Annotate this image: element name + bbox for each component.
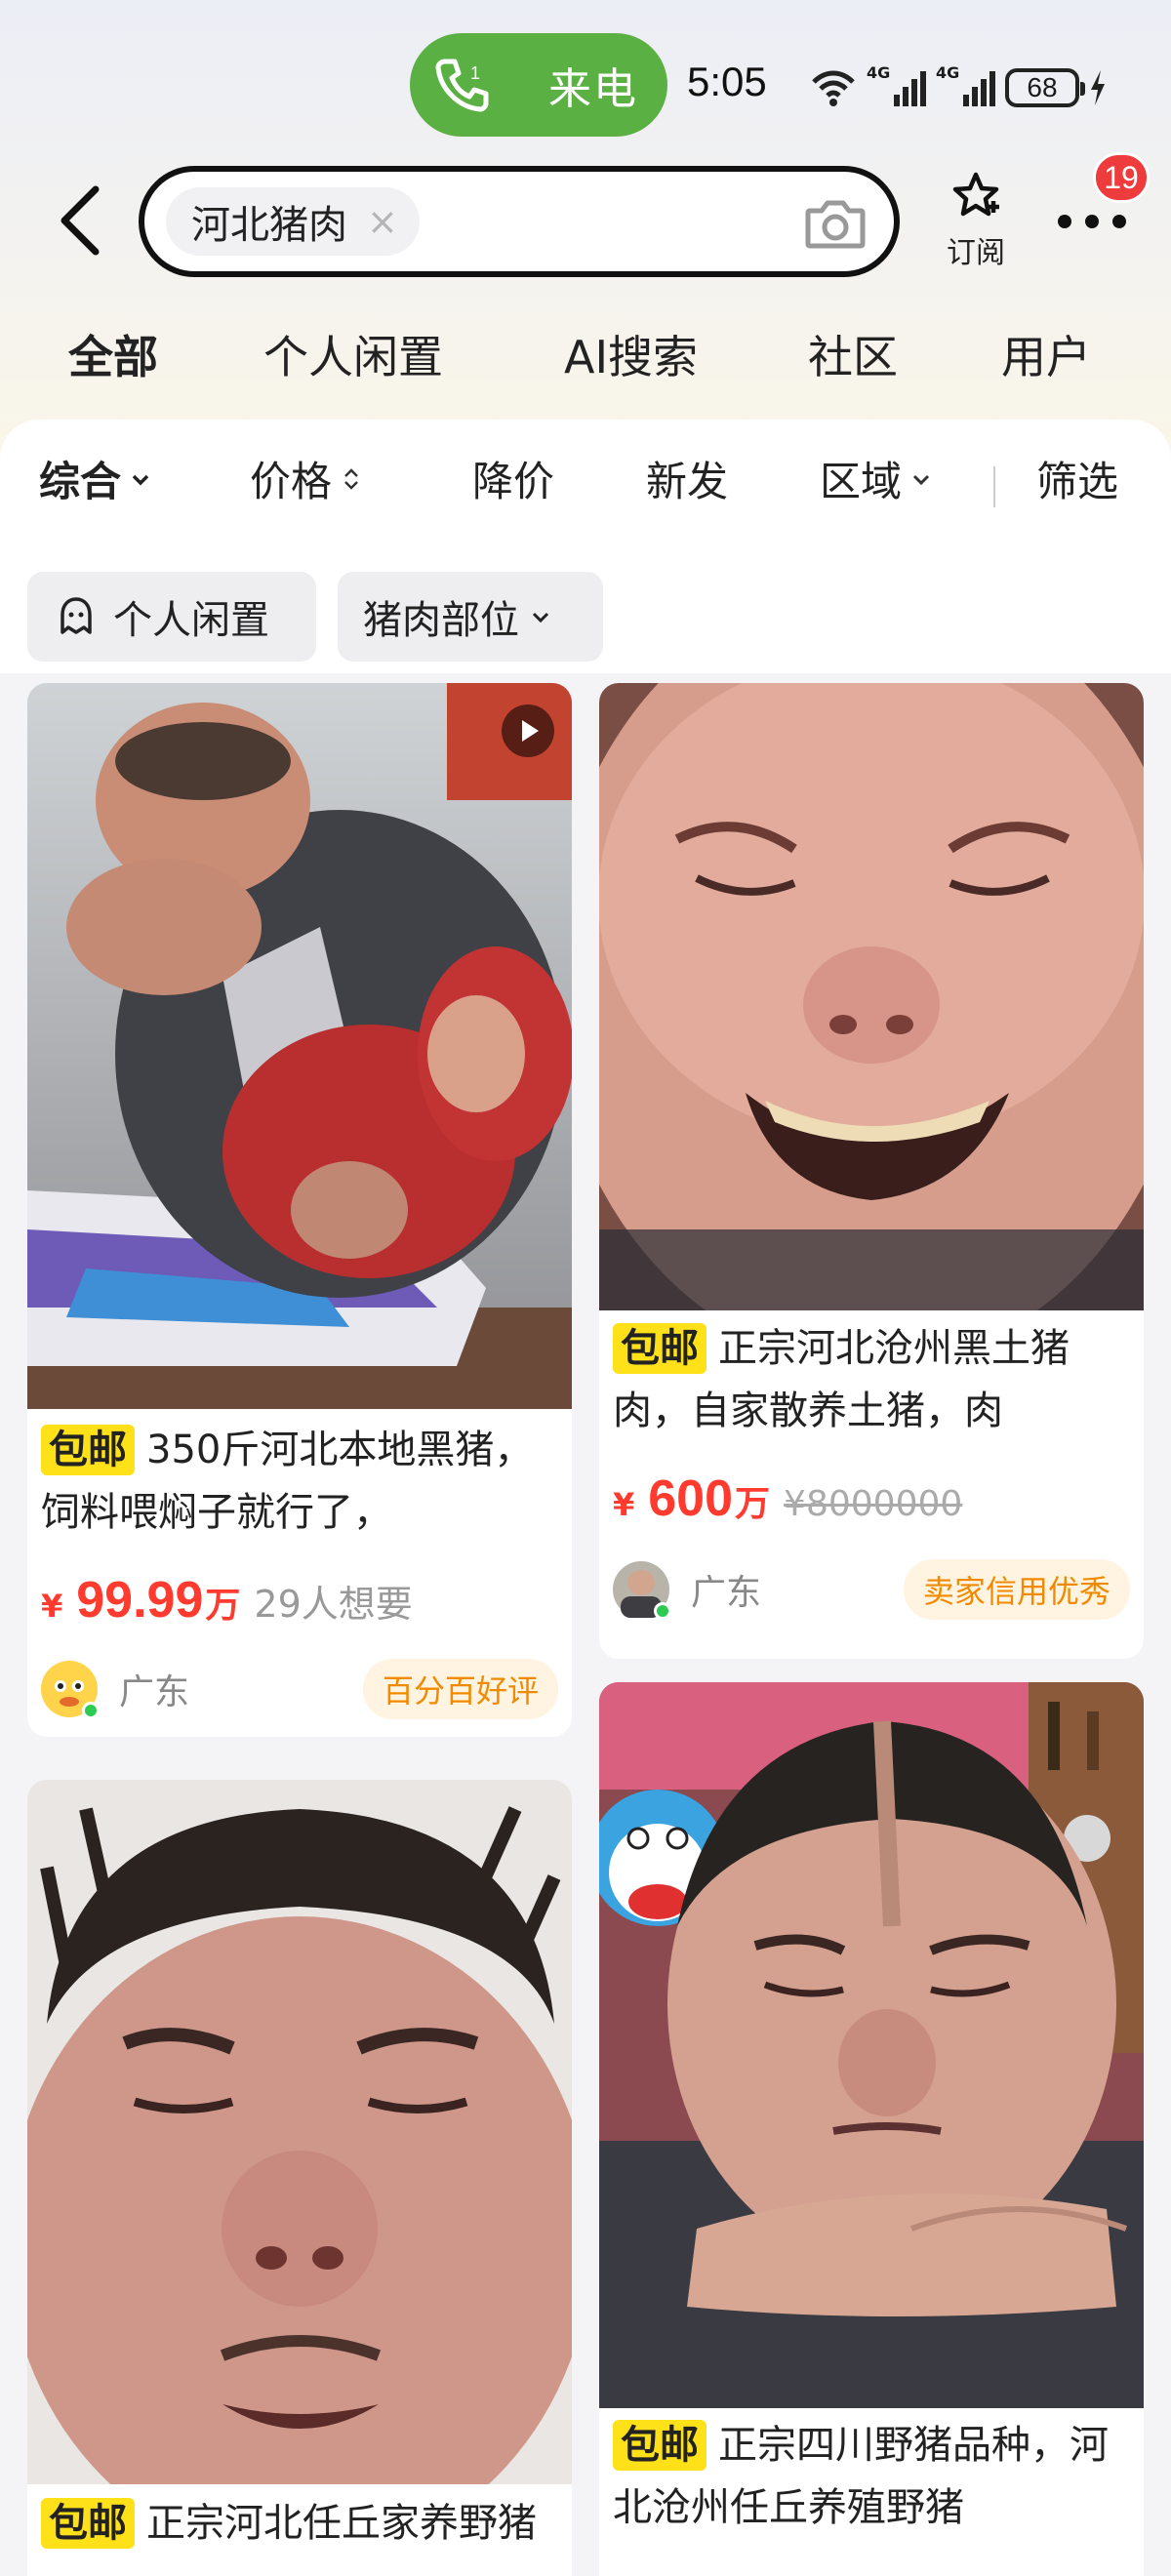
search-query-text: 河北猪肉 [191,203,347,248]
online-indicator [654,1602,671,1620]
avatar[interactable] [613,1561,671,1620]
chip-pork-cut[interactable]: 猪肉部位 [338,572,603,662]
price-value: 99.99 [76,1572,204,1629]
listing-image [599,1682,1144,2408]
clear-query-icon[interactable]: × [367,200,398,243]
listing-title: 包邮 正宗河北任丘家养野猪 [41,2492,556,2555]
sort-arrows-icon [344,467,358,490]
tab-personal-idle[interactable]: 个人闲置 [263,322,443,386]
battery-icon: 68 [1005,68,1085,107]
avatar[interactable] [41,1661,100,1719]
wifi-icon [812,70,855,106]
filter-price-drop[interactable]: 降价 [472,449,554,508]
filter-price[interactable]: 价格 [250,449,363,508]
status-time: 5:05 [687,59,767,104]
listing-title: 包邮 正宗四川野猪品种，河北沧州任丘养殖野猪 [613,2414,1128,2539]
tab-community[interactable]: 社区 [808,322,898,386]
chip-personal-idle[interactable]: 个人闲置 [27,572,316,662]
signal-icon-1: 4G [867,63,926,106]
listing-card[interactable]: 包邮 正宗河北沧州黑土猪肉，自家散养土猪，肉 ¥ 600 万 ¥8000000 广… [599,683,1144,1659]
camera-icon[interactable] [804,197,867,250]
subscribe-label: 订阅 [947,236,1005,270]
filter-bar: 综合 价格 降价 新发 区域 筛选 [0,449,1171,527]
listing-card[interactable]: 包邮 正宗四川野猪品种，河北沧州任丘养殖野猪 [599,1682,1144,2576]
notification-badge: 19 [1093,152,1150,203]
listing-image [599,683,1144,1310]
price-row: ¥ 99.99 万 29人想要 [41,1572,413,1629]
listing-card[interactable]: 包邮 正宗河北任丘家养野猪 [27,1780,572,2576]
chevron-down-icon [532,612,549,624]
svg-text:1: 1 [470,63,480,83]
free-shipping-tag: 包邮 [41,2498,135,2549]
online-indicator [82,1702,100,1719]
seller-row[interactable]: 广东 百分百好评 [41,1655,558,1723]
seller-location: 广东 [691,1573,762,1613]
filter-sort[interactable]: 综合 [39,449,152,508]
listing-card[interactable]: 包邮 350斤河北本地黑猪，饲料喂焖子就行了， ¥ 99.99 万 29人想要 广… [27,683,572,1737]
star-pin-icon [952,172,999,217]
chevron-down-icon [912,474,930,485]
filter-region[interactable]: 区域 [820,449,933,508]
listing-image [27,1780,572,2484]
search-input[interactable]: 河北猪肉 × [139,166,900,277]
tab-all[interactable]: 全部 [68,322,158,386]
video-play-icon [502,704,554,757]
listing-title: 包邮 350斤河北本地黑猪，饲料喂焖子就行了， [41,1419,556,1544]
seller-location: 广东 [119,1672,190,1712]
tab-users[interactable]: 用户 [1001,322,1091,386]
price-row: ¥ 600 万 ¥8000000 [613,1470,963,1527]
seller-badge: 卖家信用优秀 [903,1559,1130,1620]
search-query-chip[interactable]: 河北猪肉 × [166,187,420,256]
chevron-down-icon [132,474,149,485]
original-price: ¥8000000 [784,1484,963,1524]
listing-image [27,683,572,1409]
free-shipping-tag: 包邮 [41,1425,135,1475]
charging-icon [1091,70,1105,105]
subscribe-button[interactable]: 订阅 [937,170,1015,271]
phone-icon: 1 [435,59,489,112]
back-arrow-icon[interactable] [51,183,109,258]
signal-icon-2: 4G [936,63,995,106]
seller-row[interactable]: 广东 卖家信用优秀 [613,1555,1130,1624]
main-tabs: 全部 个人闲置 AI搜索 社区 用户 [0,322,1171,400]
free-shipping-tag: 包邮 [613,2420,707,2471]
free-shipping-tag: 包邮 [613,1323,707,1374]
price-value: 600 [648,1470,734,1527]
seller-badge: 百分百好评 [362,1659,558,1719]
filter-divider [993,466,995,507]
filter-new[interactable]: 新发 [646,449,728,508]
tab-ai-search[interactable]: AI搜索 [564,322,698,386]
call-label: 来电 [548,64,638,114]
user-icon [61,597,92,634]
want-count: 29人想要 [254,1583,413,1626]
listing-title: 包邮 正宗河北沧州黑土猪肉，自家散养土猪，肉 [613,1317,1128,1442]
filter-screen[interactable]: 筛选 [1036,449,1118,508]
incoming-call-pill[interactable]: 1 来电 [410,33,667,137]
status-icons: 4G 4G 68 [810,60,1142,115]
